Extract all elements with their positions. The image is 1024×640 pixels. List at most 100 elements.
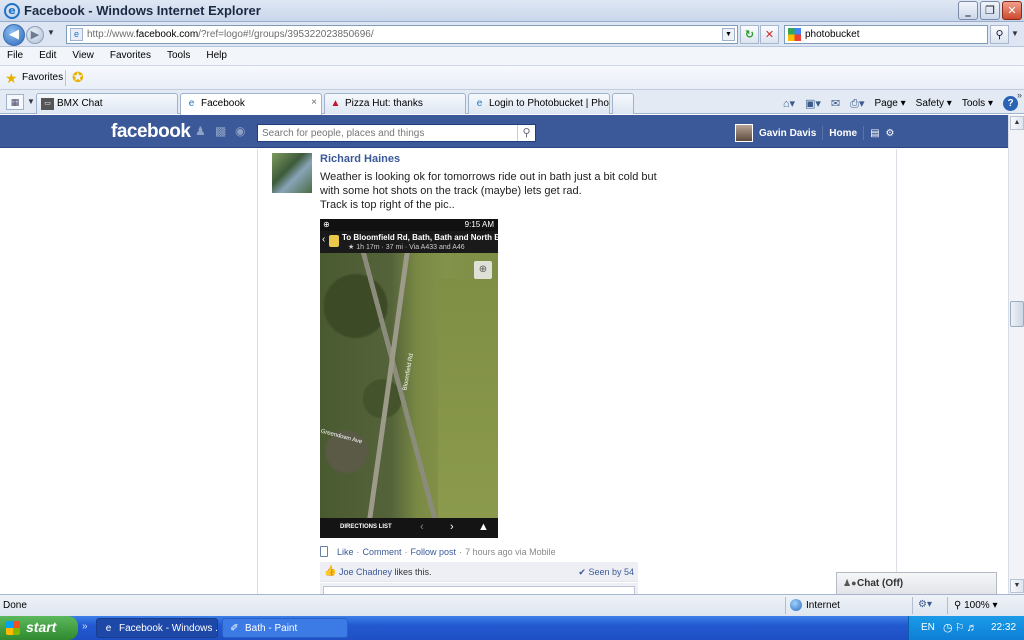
search-button[interactable]: ⚲ (990, 25, 1009, 44)
back-button[interactable]: ◀ (3, 24, 25, 46)
post-photo[interactable]: ⊕ 9:15 AM ‹ To Bloomfield Rd, Bath, Bath… (320, 219, 498, 538)
chat-sidebar-tab[interactable]: ♟● Chat (Off) (836, 572, 997, 594)
home-icon[interactable]: ⌂▾ (783, 97, 795, 110)
ie-taskbar-icon: e (105, 623, 112, 634)
address-input[interactable]: e http://www.facebook.com/?ref=logo#!/gr… (66, 25, 738, 44)
menu-tools[interactable]: Tools (166, 47, 197, 65)
mail-icon[interactable]: ✉ (831, 97, 840, 110)
more-commands-icon[interactable]: » (1017, 90, 1022, 100)
post-actions: Like · Comment · Follow post · 7 hours a… (320, 546, 556, 557)
menu-view[interactable]: View (71, 47, 101, 65)
menu-favorites[interactable]: Favorites (109, 47, 158, 65)
tab-photobucket[interactable]: e Login to Photobucket | Photo... (468, 93, 610, 114)
nav-divider (822, 126, 824, 140)
print-icon[interactable]: ⎙▾ (850, 97, 864, 111)
facebook-search-input[interactable]: Search for people, places and things ⚲ (257, 124, 536, 142)
refresh-button[interactable]: ↻ (740, 25, 759, 44)
tab-pizza-hut[interactable]: ▲ Pizza Hut: thanks (324, 93, 466, 114)
gps-icon: ⊕ (323, 220, 330, 229)
navigation-arrow-icon: ▲ (478, 521, 489, 533)
compass-icon: ⊕ (474, 261, 492, 279)
feeds-icon[interactable]: ▣▾ (805, 97, 821, 110)
seen-by-link[interactable]: ✔ Seen by 54 (578, 567, 634, 578)
tray-icons[interactable]: ◷⚐♬ (943, 621, 979, 634)
friend-requests-icon[interactable]: ♟ (195, 125, 209, 138)
separator-dot: · (404, 546, 408, 557)
user-avatar[interactable] (735, 124, 753, 142)
settings-gear-icon[interactable]: ⚙ (886, 128, 895, 139)
taskbar-item-paint[interactable]: ✐ Bath - Paint (222, 618, 348, 638)
user-name-link[interactable]: Gavin Davis (759, 128, 816, 139)
post-text-line: Track is top right of the pic.. (320, 199, 455, 211)
help-icon[interactable]: ? (1003, 96, 1018, 111)
start-button[interactable]: start (0, 616, 78, 640)
close-tab-icon[interactable]: × (311, 97, 317, 108)
home-link[interactable]: Home (829, 128, 857, 139)
page-menu-button[interactable]: Page ▾ (874, 98, 905, 109)
protected-mode-icon[interactable]: ⚙▾ (918, 599, 932, 610)
previous-step-icon: ‹ (420, 521, 424, 533)
scroll-down-icon[interactable]: ▼ (1010, 579, 1024, 593)
address-url[interactable]: http://www.facebook.com/?ref=logo#!/grou… (87, 29, 374, 40)
close-window-button[interactable]: ✕ (1002, 1, 1022, 20)
favorites-star-icon[interactable]: ★ (5, 70, 18, 87)
taskbar-item-facebook[interactable]: e Facebook - Windows ... (96, 618, 218, 638)
quick-launch-chevron-icon[interactable]: » (82, 621, 88, 632)
security-zone[interactable]: Internet (790, 599, 840, 611)
taskbar-item-label: Facebook - Windows ... (119, 623, 218, 634)
tools-menu-button[interactable]: Tools ▾ (962, 98, 993, 109)
menu-edit[interactable]: Edit (38, 47, 63, 65)
notifications-icon[interactable]: ◉ (235, 125, 249, 138)
liker-name-link[interactable]: Joe Chadney (339, 567, 392, 577)
comment-link[interactable]: Comment (363, 547, 402, 557)
stop-button[interactable]: ✕ (760, 25, 779, 44)
favorites-button[interactable]: Favorites (22, 72, 63, 83)
search-icon[interactable]: ⚲ (517, 125, 535, 141)
command-bar: ⌂▾ ▣▾ ✉ ⎙▾ Page ▾ Safety ▾ Tools ▾ ? (783, 96, 1018, 111)
maximize-button[interactable]: ❐ (980, 1, 1000, 20)
safety-menu-button[interactable]: Safety ▾ (916, 98, 952, 109)
minimize-button[interactable]: _ (958, 1, 978, 20)
address-dropdown-icon[interactable]: ▼ (722, 28, 735, 41)
quick-tabs-icon[interactable]: ▦ (6, 94, 24, 110)
privacy-shortcuts-icon[interactable]: ▤ (870, 128, 879, 139)
scrollbar-thumb[interactable] (1010, 301, 1024, 327)
post-author-avatar[interactable] (272, 153, 312, 193)
scroll-up-icon[interactable]: ▲ (1010, 116, 1024, 130)
tab-facebook[interactable]: e Facebook × (180, 93, 322, 115)
google-icon (788, 28, 801, 41)
like-link[interactable]: Like (337, 547, 354, 557)
chat-people-icon: ♟● (843, 578, 857, 588)
likes-text: Joe Chadney likes this. (339, 567, 432, 577)
vertical-scrollbar[interactable]: ▲ ▼ (1008, 115, 1024, 594)
favorites-divider (65, 70, 66, 86)
forward-button[interactable]: ▶ (26, 26, 44, 44)
history-dropdown-icon[interactable]: ▼ (47, 28, 55, 37)
taskbar-clock[interactable]: 22:32 (991, 622, 1016, 633)
browser-status-bar: Done Internet ⚙▾ ⚲ 100% ▾ (0, 594, 1024, 616)
post-text: Weather is looking ok for tomorrows ride… (320, 170, 660, 212)
search-input[interactable]: photobucket (784, 25, 988, 44)
thumbs-up-icon: 👍 (324, 566, 337, 577)
search-input-value[interactable]: photobucket (805, 29, 860, 40)
add-favorite-icon[interactable]: ✪ (72, 69, 84, 86)
follow-post-link[interactable]: Follow post (411, 547, 457, 557)
messages-icon[interactable]: ▩ (215, 125, 229, 138)
search-options-dropdown-icon[interactable]: ▼ (1011, 29, 1019, 38)
new-tab-button[interactable] (612, 93, 634, 114)
comment-input[interactable] (323, 586, 635, 594)
taskbar-item-label: Bath - Paint (245, 623, 298, 634)
post-timestamp[interactable]: 7 hours ago via Mobile (465, 547, 556, 557)
menu-file[interactable]: File (6, 47, 30, 65)
language-indicator[interactable]: EN (921, 622, 935, 633)
map-field (438, 279, 498, 519)
navigation-header: ‹ To Bloomfield Rd, Bath, Bath and North… (320, 231, 498, 253)
search-placeholder: Search for people, places and things (262, 128, 425, 139)
tab-list-dropdown-icon[interactable]: ▼ (27, 97, 35, 106)
facebook-logo[interactable]: facebook (111, 121, 191, 143)
zoom-button[interactable]: ⚲ 100% ▾ (954, 600, 998, 611)
tab-bmx-chat[interactable]: ▭ BMX Chat (36, 93, 178, 114)
post-author-name[interactable]: Richard Haines (320, 153, 400, 165)
menu-help[interactable]: Help (205, 47, 234, 65)
nav-divider (863, 126, 865, 140)
